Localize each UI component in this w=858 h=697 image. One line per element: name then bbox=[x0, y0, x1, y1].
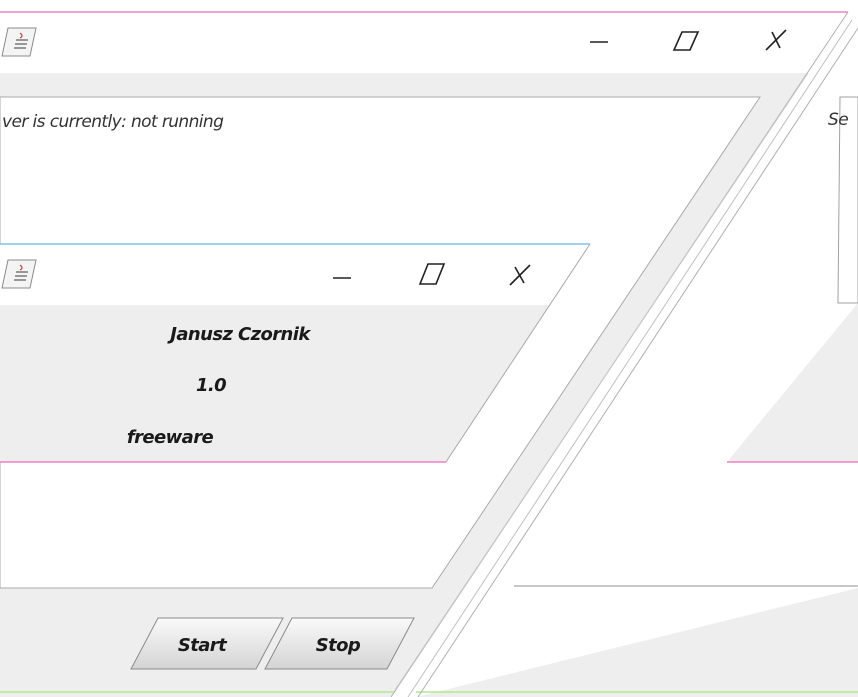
right-window-label: Se bbox=[828, 110, 848, 130]
start-button-label: Start bbox=[178, 635, 228, 656]
about-window-titlebar[interactable] bbox=[0, 244, 590, 305]
stop-button-label: Stop bbox=[316, 635, 361, 656]
scene: Se ver is currently: not running Start S… bbox=[0, 11, 858, 697]
server-status-text: ver is currently: not running bbox=[2, 112, 224, 132]
author-label: Janusz Czornik bbox=[167, 324, 311, 345]
java-cup-icon bbox=[1, 27, 37, 57]
license-label: freeware bbox=[127, 427, 214, 448]
version-label: 1.0 bbox=[196, 375, 226, 396]
start-button[interactable]: Start bbox=[130, 617, 284, 670]
java-cup-icon bbox=[1, 259, 37, 289]
main-window-titlebar[interactable] bbox=[0, 12, 848, 73]
desktop: Se ver is currently: not running Start S… bbox=[0, 0, 858, 697]
